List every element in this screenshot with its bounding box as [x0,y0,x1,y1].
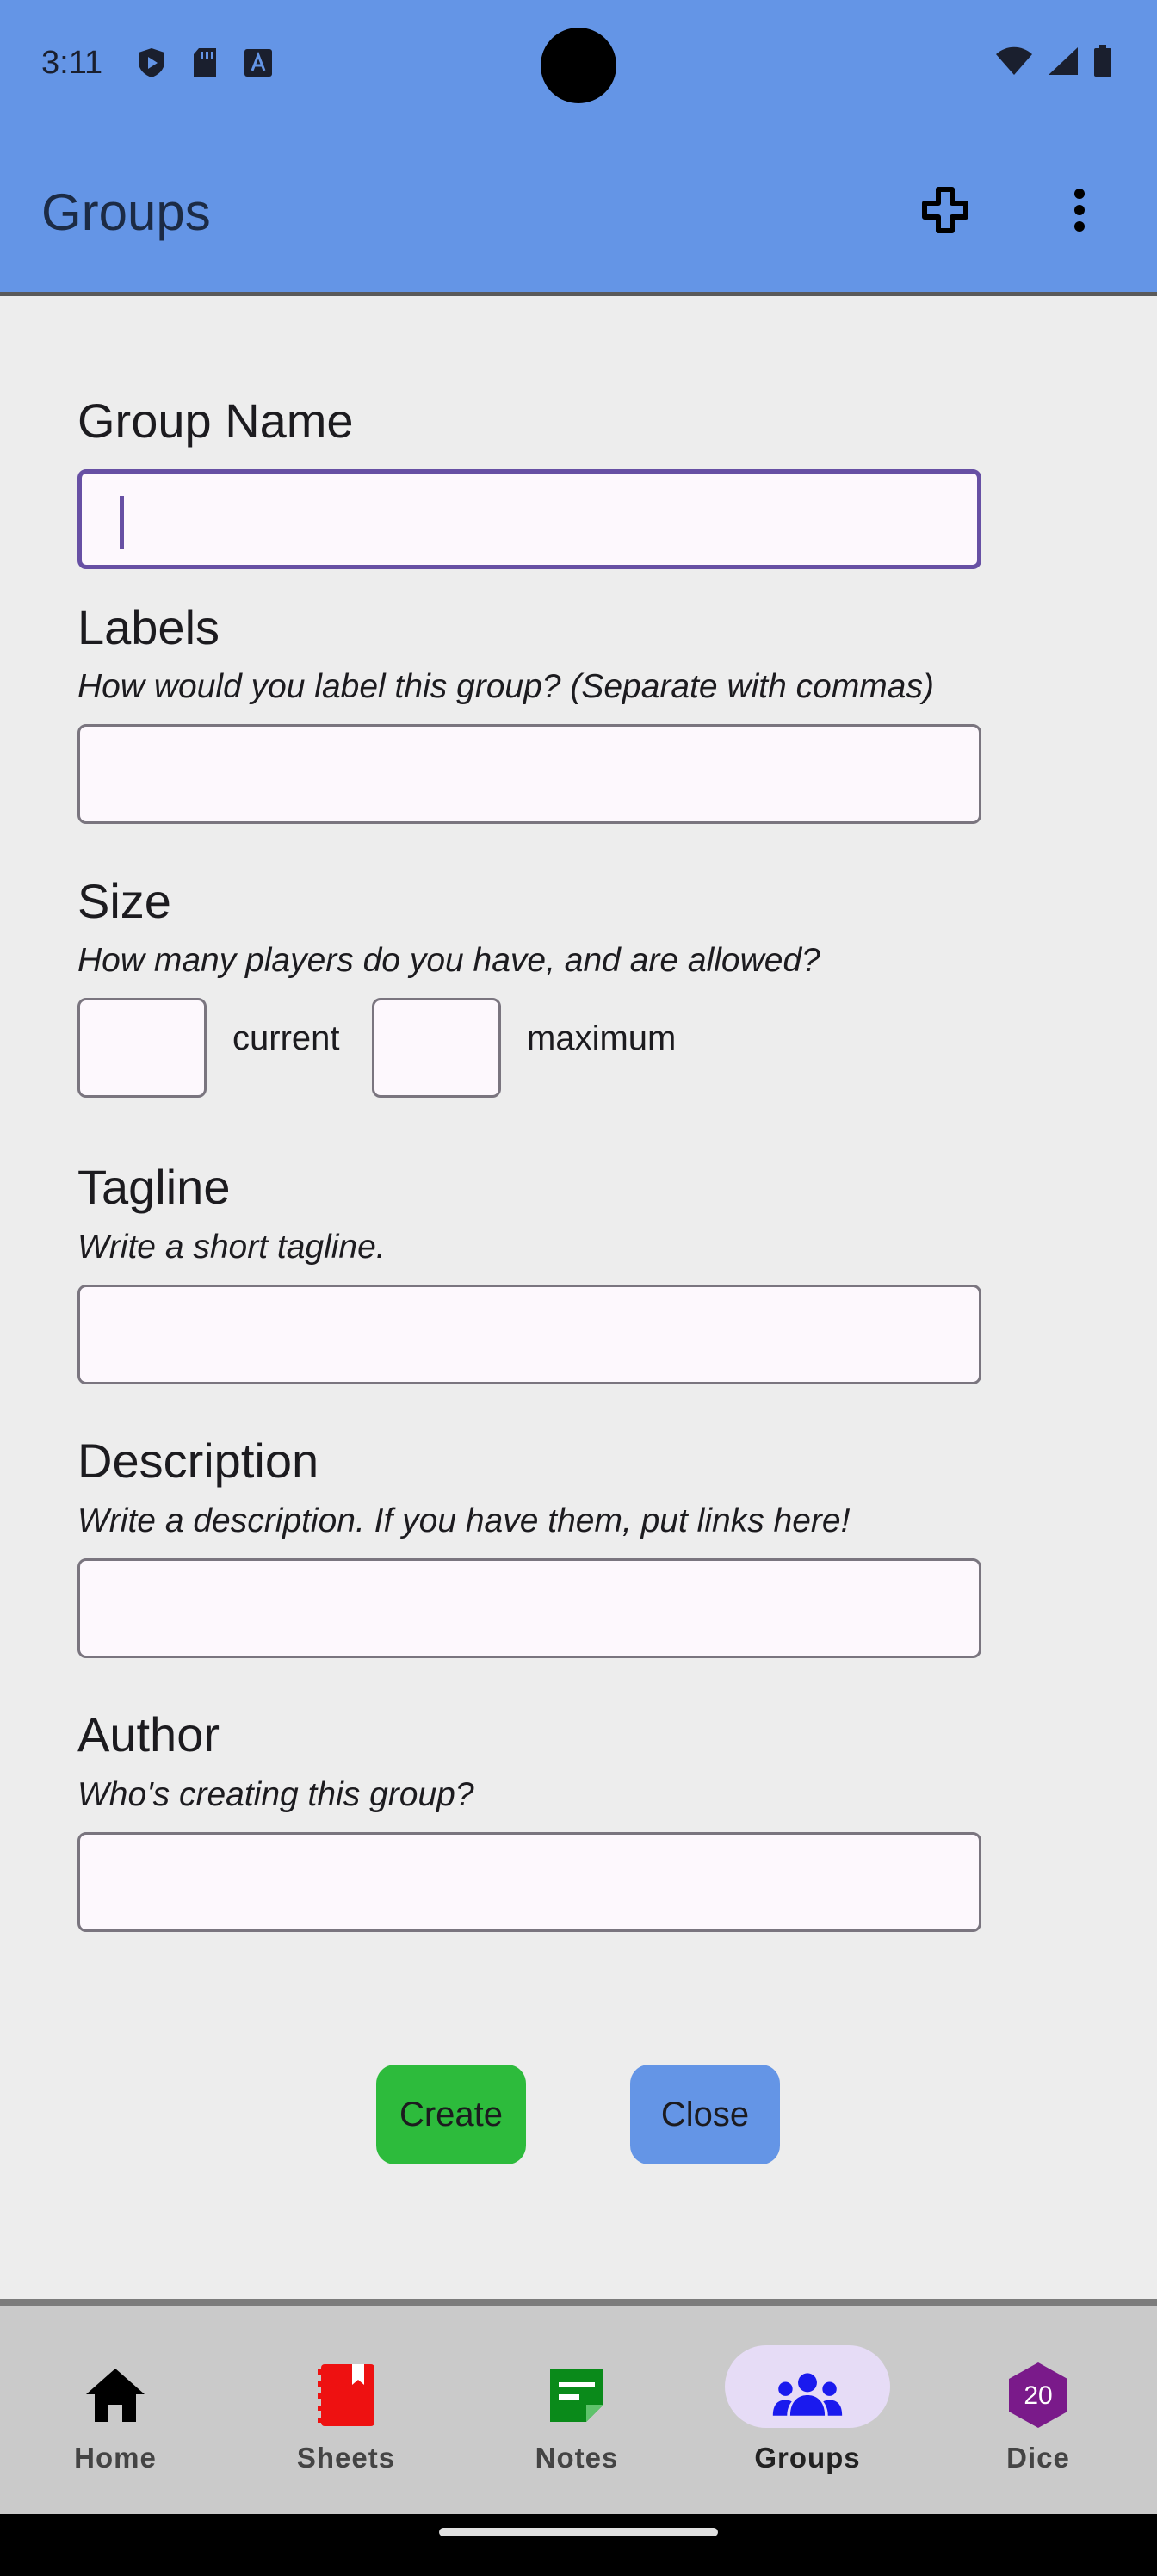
labels-label: Labels [77,600,220,654]
home-icon [79,2359,152,2431]
author-help: Who's creating this group? [77,1776,474,1813]
page-title: Groups [41,183,211,241]
d20-badge: 20 [1024,2381,1052,2410]
shield-play-icon [136,47,167,78]
size-current-input[interactable] [77,998,207,1098]
cell-signal-icon [1047,46,1080,81]
groups-icon [771,2359,844,2431]
create-button[interactable]: Create [376,2065,526,2164]
text-cursor [120,496,124,549]
camera-cutout [541,28,616,103]
nav-label-notes: Notes [535,2442,619,2474]
description-help: Write a description. If you have them, p… [77,1502,851,1539]
font-a-icon [243,47,274,78]
more-vert-icon [1074,189,1085,232]
status-icons-left [136,47,274,78]
description-input[interactable] [77,1558,981,1658]
battery-icon [1093,45,1112,82]
nav-item-groups[interactable]: Groups [692,2306,923,2514]
close-button[interactable]: Close [630,2065,780,2164]
nav-label-sheets: Sheets [296,2442,396,2474]
nav-label-home: Home [74,2442,157,2474]
bottom-navigation: Home Sheets Notes Groups 20 Dice [0,2299,1157,2514]
author-input[interactable] [77,1832,981,1932]
labels-help: How would you label this group? (Separat… [77,668,934,705]
nav-label-dice: Dice [1006,2442,1070,2474]
status-time: 3:11 [41,45,103,81]
size-help: How many players do you have, and are al… [77,942,820,979]
sd-card-icon [189,47,220,78]
size-maximum-label: maximum [527,1019,677,1057]
tagline-label: Tagline [77,1160,231,1214]
nav-label-groups: Groups [754,2442,861,2474]
d20-icon: 20 [1002,2359,1074,2431]
nav-item-home[interactable]: Home [0,2306,231,2514]
size-maximum-input[interactable] [372,998,501,1098]
nav-item-notes[interactable]: Notes [461,2306,692,2514]
wifi-icon [995,46,1033,81]
gesture-area [0,2514,1157,2576]
description-label: Description [77,1434,319,1488]
size-label: Size [77,874,171,928]
labels-input[interactable] [77,724,981,824]
status-icons-right [995,45,1112,82]
group-name-label: Group Name [77,393,354,448]
add-icon [922,187,968,233]
status-bar: 3:11 [0,0,1157,129]
size-current-label: current [232,1019,340,1057]
tagline-help: Write a short tagline. [77,1229,386,1266]
nav-item-dice[interactable]: 20 Dice [923,2306,1154,2514]
nav-item-sheets[interactable]: Sheets [231,2306,461,2514]
book-icon [310,2359,382,2431]
tagline-input[interactable] [77,1285,981,1384]
group-name-input[interactable] [77,469,981,569]
app-bar: 3:11 Groups [0,0,1157,296]
note-icon [541,2359,613,2431]
gesture-handle[interactable] [439,2528,718,2536]
add-button[interactable] [918,183,973,238]
more-options-button[interactable] [1055,183,1104,238]
author-label: Author [77,1707,220,1762]
